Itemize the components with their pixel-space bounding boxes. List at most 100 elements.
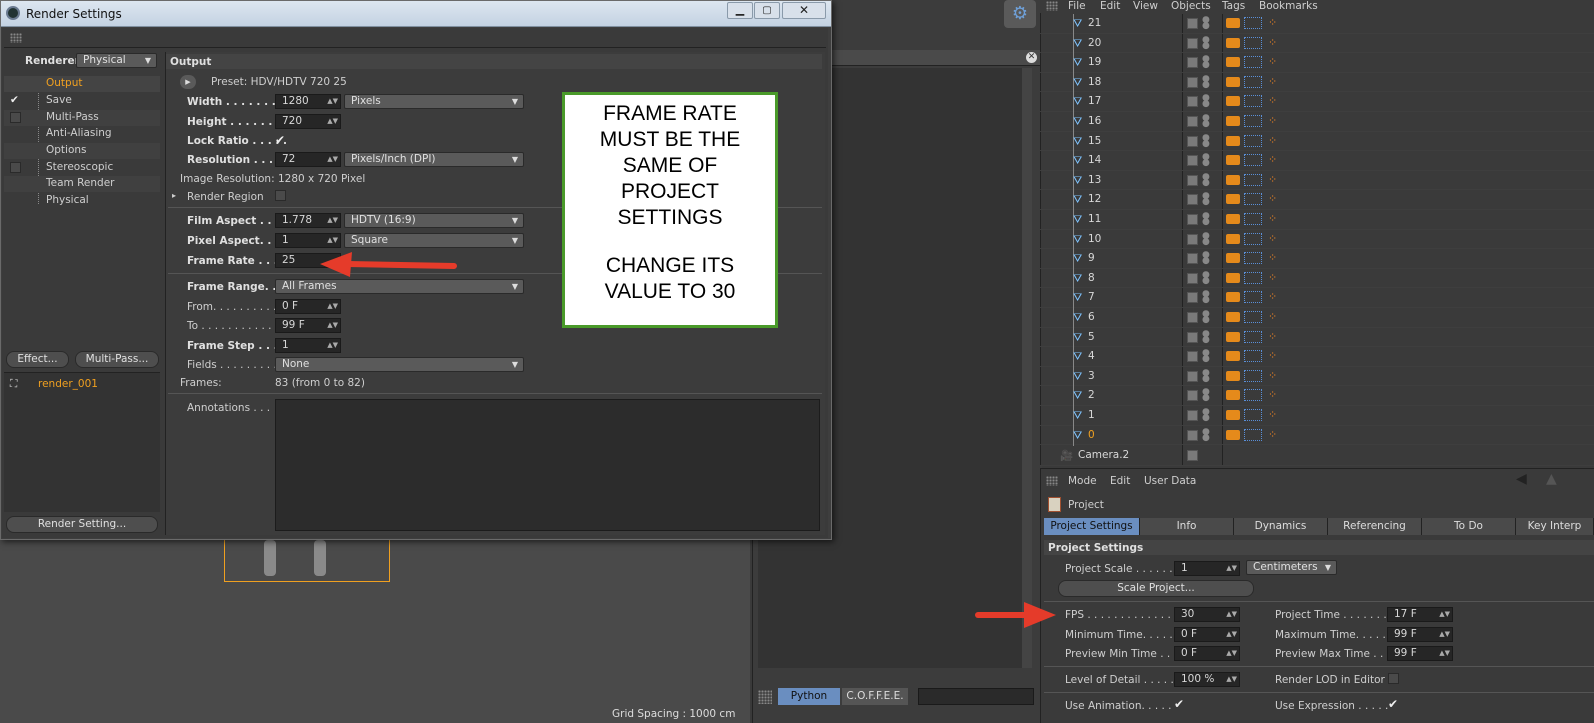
ik-tag-icon[interactable]: ⁘	[1268, 153, 1277, 166]
python-app-icon[interactable]: ⚙	[1004, 0, 1036, 28]
console-input[interactable]	[918, 688, 1034, 705]
object-row[interactable]: ⛛ 3 ● ● ⁘	[1040, 366, 1594, 387]
object-row[interactable]: ⛛ 8 ● ● ⁘	[1040, 268, 1594, 289]
ik-tag-icon[interactable]: ⁘	[1268, 310, 1277, 323]
nav-item-antialiasing[interactable]: Anti-Aliasing	[4, 126, 160, 142]
tab-project-settings[interactable]: Project Settings	[1044, 518, 1140, 535]
visibility-dots-icon[interactable]: ● ●	[1202, 153, 1210, 168]
project-scale-unit-dropdown[interactable]: Centimeters ▼	[1246, 560, 1337, 575]
object-row[interactable]: ⛛ 7 ● ● ⁘	[1040, 288, 1594, 309]
tag-dots-icon[interactable]	[1244, 173, 1262, 186]
tab-referencing[interactable]: Referencing	[1328, 518, 1422, 535]
tab-info[interactable]: Info	[1140, 518, 1234, 535]
ik-tag-icon[interactable]: ⁘	[1268, 16, 1277, 29]
visibility-dots-icon[interactable]: ● ●	[1202, 114, 1210, 129]
tag-icon[interactable]	[1226, 331, 1240, 342]
min-time-field[interactable]: 0 F ▲▼	[1174, 627, 1240, 642]
tag-dots-icon[interactable]	[1244, 232, 1262, 245]
ik-tag-icon[interactable]: ⁘	[1268, 388, 1277, 401]
save-check[interactable]: ✔	[10, 94, 19, 106]
render-item-icon[interactable]: ⛶	[10, 378, 17, 391]
ik-tag-icon[interactable]: ⁘	[1268, 212, 1277, 225]
layer-checkbox[interactable]	[1187, 135, 1198, 147]
tag-icon[interactable]	[1226, 155, 1240, 166]
object-row[interactable]: ⛛ 4 ● ● ⁘	[1040, 347, 1594, 368]
object-row[interactable]: ⛛ 2 ● ● ⁘	[1040, 386, 1594, 407]
ik-tag-icon[interactable]: ⁘	[1268, 55, 1277, 68]
layer-checkbox[interactable]	[1187, 194, 1198, 206]
console-tab-coffee[interactable]: C.O.F.F.E.E.	[842, 688, 908, 705]
om-menu-file[interactable]: File	[1068, 0, 1086, 12]
layer-checkbox[interactable]	[1187, 174, 1198, 186]
frame-range-dropdown[interactable]: All Frames ▼	[275, 279, 524, 294]
from-field[interactable]: 0 F ▲▼	[275, 299, 341, 314]
visibility-dots-icon[interactable]: ● ●	[1202, 231, 1210, 246]
scrollbar[interactable]	[1022, 68, 1032, 668]
pixel-aspect-dropdown[interactable]: Square ▼	[344, 233, 524, 248]
tag-dots-icon[interactable]	[1244, 389, 1262, 402]
render-region-arrow-icon[interactable]: ▸	[172, 191, 176, 200]
om-menu-bookmarks[interactable]: Bookmarks	[1259, 0, 1318, 12]
window-grip[interactable]	[10, 33, 22, 43]
window-titlebar[interactable]	[1, 1, 831, 27]
tag-dots-icon[interactable]	[1244, 428, 1262, 441]
fps-field[interactable]: 30 ▲▼	[1174, 607, 1240, 622]
width-unit-dropdown[interactable]: Pixels ▼	[344, 94, 524, 109]
layer-checkbox[interactable]	[1187, 370, 1198, 382]
ik-tag-icon[interactable]: ⁘	[1268, 114, 1277, 127]
object-row[interactable]: ⛛ 0 ● ● ⁘	[1040, 425, 1594, 446]
film-aspect-dropdown[interactable]: HDTV (16:9) ▼	[344, 213, 524, 228]
tag-dots-icon[interactable]	[1244, 154, 1262, 167]
object-row[interactable]: ⛛ 10 ● ● ⁘	[1040, 229, 1594, 250]
layer-checkbox[interactable]	[1187, 410, 1198, 421]
visibility-dots-icon[interactable]: ● ●	[1202, 427, 1210, 442]
tag-dots-icon[interactable]	[1244, 291, 1262, 304]
om-grip[interactable]	[1046, 1, 1058, 11]
object-row[interactable]: ⛛ 6 ● ● ⁘	[1040, 308, 1594, 328]
nav-item-options[interactable]: Options	[4, 143, 160, 159]
ik-tag-icon[interactable]: ⁘	[1268, 134, 1277, 147]
layer-checkbox[interactable]	[1187, 253, 1198, 265]
tag-icon[interactable]	[1226, 116, 1240, 126]
object-row[interactable]: ⛛ 1 ● ● ⁘	[1040, 406, 1594, 426]
layer-checkbox[interactable]	[1187, 312, 1198, 323]
console-tab-python[interactable]: Python	[778, 688, 840, 705]
om-menu-tags[interactable]: Tags	[1222, 0, 1245, 12]
tag-dots-icon[interactable]	[1244, 95, 1262, 108]
visibility-dots-icon[interactable]: ● ●	[1202, 55, 1210, 70]
nav-item-save[interactable]: ✔ Save	[4, 93, 160, 109]
tag-dots-icon[interactable]	[1244, 252, 1262, 265]
tag-dots-icon[interactable]	[1244, 311, 1262, 323]
nav-item-multipass[interactable]: Multi-Pass	[4, 110, 160, 126]
object-row[interactable]: ⛛ 12 ● ● ⁘	[1040, 190, 1594, 211]
tag-icon[interactable]	[1226, 135, 1240, 146]
layer-checkbox[interactable]	[1187, 57, 1198, 69]
layer-checkbox[interactable]	[1187, 351, 1198, 363]
layer-checkbox[interactable]	[1187, 390, 1198, 402]
visibility-dots-icon[interactable]: ● ●	[1202, 329, 1210, 344]
film-aspect-field[interactable]: 1.778 ▲▼	[275, 213, 341, 228]
layer-checkbox[interactable]	[1187, 76, 1198, 88]
resolution-unit-dropdown[interactable]: Pixels/Inch (DPI) ▼	[344, 152, 524, 167]
object-row[interactable]: ⛛ 13 ● ● ⁘	[1040, 170, 1594, 191]
visibility-dots-icon[interactable]: ● ●	[1202, 212, 1210, 227]
nav-item-output[interactable]: Output	[4, 76, 160, 92]
ik-tag-icon[interactable]: ⁘	[1268, 251, 1277, 264]
visibility-dots-icon[interactable]: ● ●	[1202, 192, 1210, 207]
ik-tag-icon[interactable]: ⁘	[1268, 290, 1277, 303]
om-menu-objects[interactable]: Objects	[1171, 0, 1211, 12]
tag-dots-icon[interactable]	[1244, 213, 1262, 225]
tag-dots-icon[interactable]	[1244, 36, 1262, 49]
nav-item-teamrender[interactable]: Team Render	[4, 176, 160, 192]
am-menu-edit[interactable]: Edit	[1110, 475, 1130, 487]
tag-icon[interactable]	[1226, 351, 1240, 362]
visibility-dots-icon[interactable]: ● ●	[1202, 94, 1210, 109]
layer-checkbox[interactable]	[1187, 18, 1198, 29]
om-menu-view[interactable]: View	[1133, 0, 1158, 12]
layer-checkbox[interactable]	[1187, 331, 1198, 343]
ik-tag-icon[interactable]: ⁘	[1268, 271, 1277, 284]
nav-item-stereoscopic[interactable]: Stereoscopic	[4, 160, 160, 176]
tag-icon[interactable]	[1226, 76, 1240, 87]
visibility-dots-icon[interactable]: ● ●	[1202, 133, 1210, 148]
tag-icon[interactable]	[1226, 214, 1240, 224]
